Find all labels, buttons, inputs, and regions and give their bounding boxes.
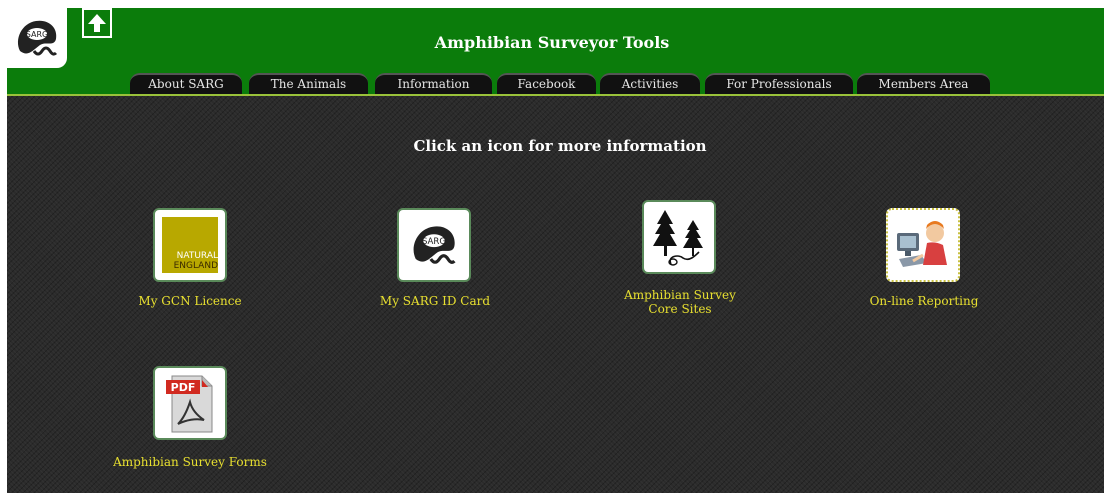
core-sites-link[interactable]: Amphibian Survey Core Sites [580,288,780,316]
main-navigation: About SARG The Animals Information Faceb… [0,73,1104,94]
instruction-text: Click an icon for more information [413,137,707,155]
nav-tab-activities[interactable]: Activities [600,73,700,94]
online-reporting-link[interactable]: On-line Reporting [824,294,1024,308]
trees-newt-icon [653,210,703,266]
pdf-document-icon: PDF [166,375,213,433]
up-arrow-icon [88,14,106,32]
svg-text:SARG: SARG [422,237,446,247]
sarg-id-card-button[interactable]: SARG [397,208,471,282]
page-title: Amphibian Surveyor Tools [434,33,670,52]
gcn-licence-link[interactable]: My GCN Licence [90,294,290,308]
nav-tab-facebook[interactable]: Facebook [497,73,596,94]
core-sites-button[interactable] [642,200,716,274]
person-at-computer-icon [897,221,947,267]
natural-england-logo-icon: NATURAL ENGLAND [162,217,218,273]
sarg-logo-icon: SARG [413,226,456,264]
gcn-licence-button[interactable]: NATURAL ENGLAND [153,208,227,282]
nav-tab-information[interactable]: Information [375,73,492,94]
nav-tab-members-area[interactable]: Members Area [857,73,990,94]
survey-forms-button[interactable]: PDF [153,366,227,440]
svg-text:PDF: PDF [171,381,196,394]
online-reporting-button[interactable] [886,208,960,282]
nav-tab-the-animals[interactable]: The Animals [249,73,368,94]
sarg-id-card-link[interactable]: My SARG ID Card [335,294,535,308]
survey-forms-link[interactable]: Amphibian Survey Forms [90,455,290,469]
nav-tab-about-sarg[interactable]: About SARG [130,73,242,94]
nav-tab-for-professionals[interactable]: For Professionals [705,73,853,94]
